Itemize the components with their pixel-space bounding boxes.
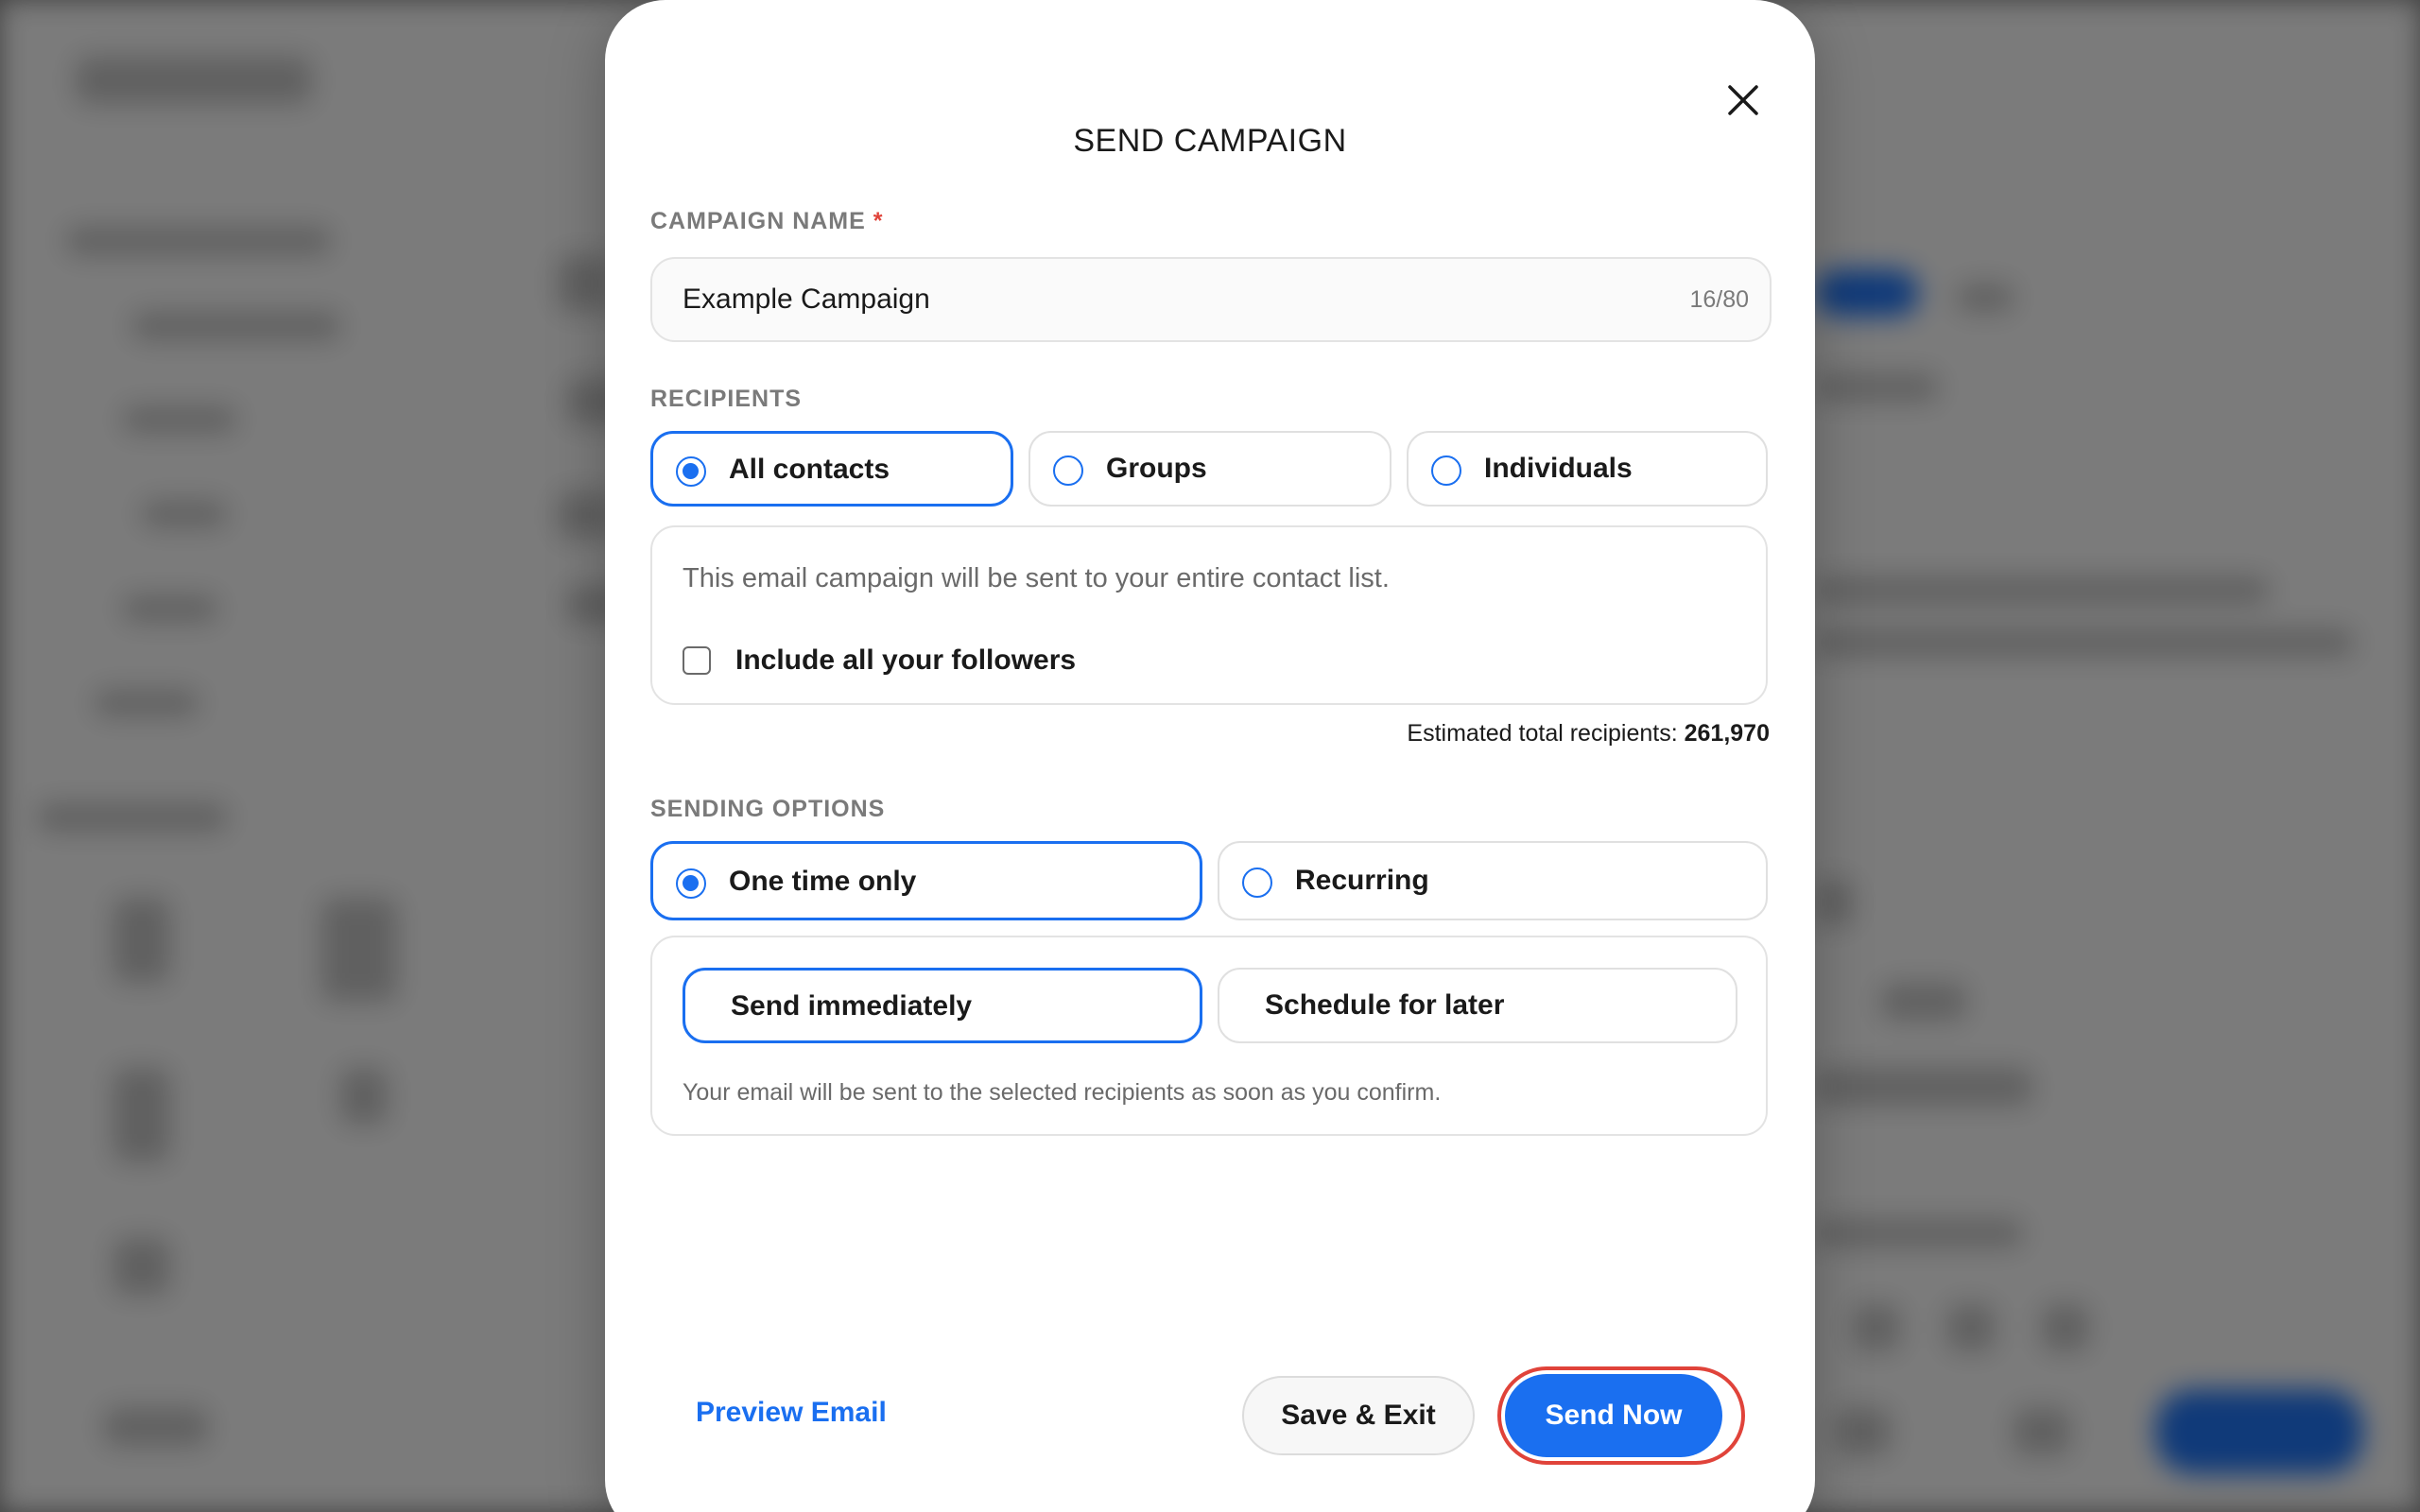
recipient-option-all-contacts[interactable]: All contacts (650, 431, 1013, 507)
include-followers-checkbox[interactable] (683, 646, 711, 675)
campaign-name-label: CAMPAIGN NAME * (650, 208, 884, 235)
recipients-info-box: This email campaign will be sent to your… (650, 525, 1768, 705)
recipients-label: RECIPIENTS (650, 386, 803, 412)
radio-unselected-icon (1431, 455, 1461, 486)
campaign-name-field: 16/80 (650, 257, 1772, 342)
option-label: One time only (729, 866, 917, 897)
sending-options-label: SENDING OPTIONS (650, 796, 886, 822)
option-label: All contacts (729, 454, 890, 485)
option-label: Recurring (1295, 865, 1429, 896)
radio-unselected-icon (1242, 868, 1272, 898)
send-campaign-dialog: SEND CAMPAIGN CAMPAIGN NAME * 16/80 RECI… (605, 0, 1815, 1512)
preview-email-link[interactable]: Preview Email (696, 1397, 887, 1429)
frequency-option-recurring[interactable]: Recurring (1218, 841, 1768, 920)
required-marker: * (873, 208, 884, 234)
recipient-option-groups[interactable]: Groups (1028, 431, 1392, 507)
option-label: Groups (1106, 453, 1207, 484)
estimated-recipients: Estimated total recipients: 261,970 (1407, 720, 1770, 747)
timing-box: Send immediately Schedule for later Your… (650, 936, 1768, 1136)
close-icon (1728, 85, 1758, 115)
campaign-name-input[interactable] (683, 259, 1533, 340)
option-label: Send immediately (731, 990, 973, 1022)
option-label: Schedule for later (1265, 989, 1505, 1021)
radio-selected-icon (676, 868, 706, 899)
frequency-option-one-time[interactable]: One time only (650, 841, 1202, 920)
radio-unselected-icon (1053, 455, 1083, 486)
recipient-option-individuals[interactable]: Individuals (1407, 431, 1768, 507)
estimate-label: Estimated total recipients: (1407, 720, 1678, 747)
char-counter: 16/80 (1689, 286, 1749, 313)
timing-option-send-immediately[interactable]: Send immediately (683, 968, 1202, 1043)
radio-selected-icon (676, 456, 706, 487)
save-exit-button[interactable]: Save & Exit (1242, 1376, 1475, 1455)
campaign-name-label-text: CAMPAIGN NAME (650, 208, 866, 234)
estimate-value: 261,970 (1684, 720, 1770, 747)
dialog-title: SEND CAMPAIGN (1073, 123, 1347, 159)
recipients-description: This email campaign will be sent to your… (683, 563, 1390, 593)
send-now-button[interactable]: Send Now (1505, 1374, 1722, 1457)
timing-helper-text: Your email will be sent to the selected … (683, 1079, 1442, 1106)
include-followers-label[interactable]: Include all your followers (735, 644, 1076, 677)
close-button[interactable] (1722, 79, 1764, 121)
timing-option-schedule-later[interactable]: Schedule for later (1218, 968, 1737, 1043)
option-label: Individuals (1484, 453, 1633, 484)
